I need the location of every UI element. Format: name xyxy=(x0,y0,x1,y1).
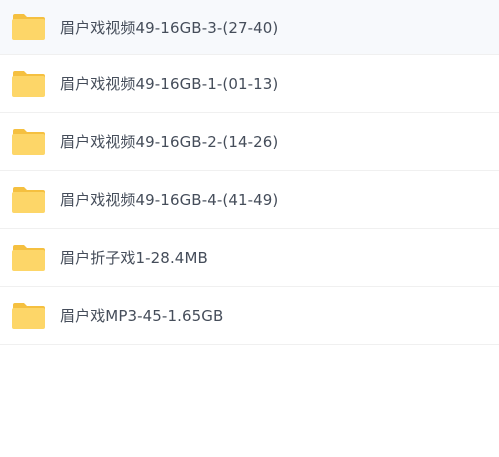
file-row[interactable]: 眉户戏视频49-16GB-4-(41-49) xyxy=(0,171,499,229)
file-row[interactable]: 眉户折子戏1-28.4MB xyxy=(0,229,499,287)
file-row[interactable]: 眉户戏视频49-16GB-3-(27-40) xyxy=(0,0,499,55)
file-row[interactable]: 眉户戏视频49-16GB-2-(14-26) xyxy=(0,113,499,171)
file-name[interactable]: 眉户戏视频49-16GB-2-(14-26) xyxy=(60,131,278,152)
folder-icon[interactable] xyxy=(11,13,46,41)
file-list: 眉户戏视频49-16GB-3-(27-40) 眉户戏视频49-16GB-1-(01… xyxy=(0,0,499,345)
file-name[interactable]: 眉户折子戏1-28.4MB xyxy=(60,247,208,268)
folder-icon[interactable] xyxy=(11,128,46,156)
file-row[interactable]: 眉户戏视频49-16GB-1-(01-13) xyxy=(0,55,499,113)
folder-icon[interactable] xyxy=(11,302,46,330)
folder-icon[interactable] xyxy=(11,244,46,272)
file-name[interactable]: 眉户戏视频49-16GB-1-(01-13) xyxy=(60,73,278,94)
file-row[interactable]: 眉户戏MP3-45-1.65GB xyxy=(0,287,499,345)
folder-icon[interactable] xyxy=(11,70,46,98)
file-name[interactable]: 眉户戏视频49-16GB-4-(41-49) xyxy=(60,189,278,210)
file-name[interactable]: 眉户戏MP3-45-1.65GB xyxy=(60,305,223,326)
folder-icon[interactable] xyxy=(11,186,46,214)
file-name[interactable]: 眉户戏视频49-16GB-3-(27-40) xyxy=(60,17,278,38)
